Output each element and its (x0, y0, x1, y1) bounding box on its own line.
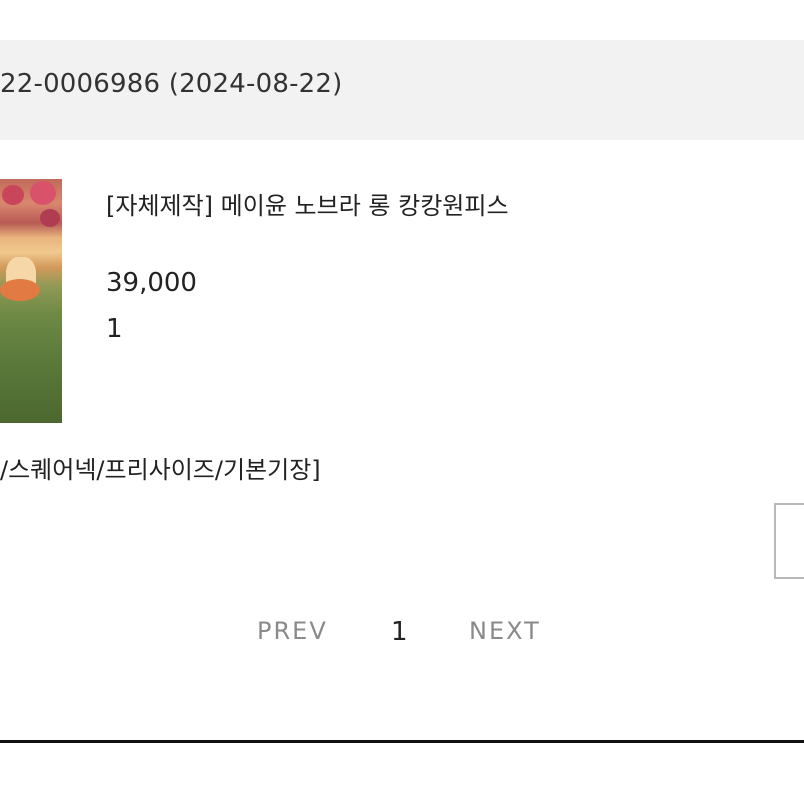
pagination: PREV 1 NEXT (0, 617, 804, 651)
thumbnail-flower-decoration (40, 209, 60, 227)
product-thumbnail[interactable] (0, 179, 62, 423)
thumbnail-flower-decoration (2, 185, 24, 205)
product-option: /스퀘어넥/프리사이즈/기본기장] (0, 456, 321, 484)
thumbnail-flower-decoration (30, 181, 56, 205)
page-number-link[interactable]: 1 (391, 617, 408, 647)
order-header: 22-0006986 (2024-08-22) (0, 40, 804, 140)
next-page-link[interactable]: NEXT (469, 617, 541, 645)
section-divider (0, 740, 804, 743)
prev-page-link[interactable]: PREV (257, 617, 328, 645)
order-list-page: 22-0006986 (2024-08-22) [자체제작] 메이윤 노브라 롱… (0, 0, 804, 804)
product-quantity: 1 (106, 314, 123, 344)
thumbnail-dress (0, 279, 40, 301)
order-number[interactable]: 22-0006986 (2024-08-22) (0, 69, 343, 99)
product-price: 39,000 (106, 268, 197, 298)
product-name[interactable]: [자체제작] 메이윤 노브라 롱 캉캉원피스 (106, 186, 509, 221)
action-button[interactable] (774, 503, 804, 579)
